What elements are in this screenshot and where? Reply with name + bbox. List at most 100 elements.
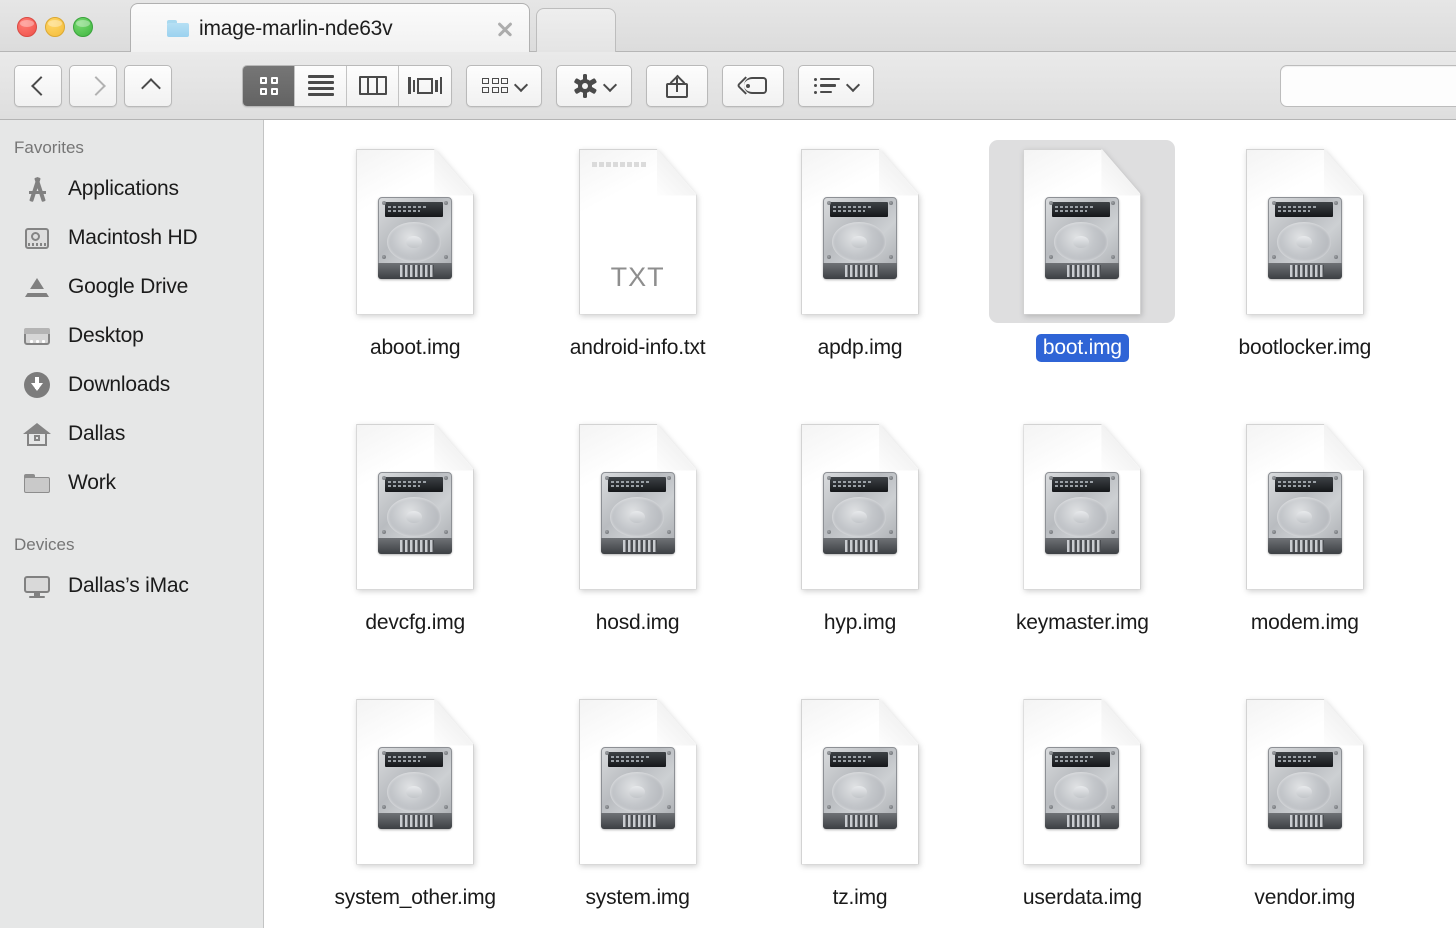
file-icon-wrap <box>322 415 508 598</box>
finder-window: image-marlin-nde63v Favorites Applicatio… <box>0 0 1456 928</box>
sidebar-item-google-drive[interactable]: Google Drive <box>0 262 263 311</box>
file-name[interactable]: keymaster.img <box>1009 609 1156 637</box>
file-name[interactable]: devcfg.img <box>358 609 472 637</box>
close-icon[interactable] <box>495 19 515 39</box>
sidebar-item-macintosh-hd[interactable]: Macintosh HD <box>0 213 263 262</box>
disk-image-icon <box>356 148 475 315</box>
imac-icon <box>22 571 52 601</box>
tab-title: image-marlin-nde63v <box>199 16 393 40</box>
file-item[interactable]: system.img <box>526 684 748 928</box>
sidebar-item-desktop[interactable]: Desktop <box>0 311 263 360</box>
downloads-icon <box>22 370 52 400</box>
file-icon-wrap <box>989 415 1175 598</box>
file-item[interactable]: hyp.img <box>749 409 971 684</box>
file-name[interactable]: hyp.img <box>817 609 903 637</box>
search-input[interactable] <box>1280 65 1456 107</box>
file-name[interactable]: modem.img <box>1244 609 1366 637</box>
tab-new-placeholder[interactable] <box>536 8 616 53</box>
file-item[interactable]: userdata.img <box>971 684 1193 928</box>
disk-image-icon <box>1023 698 1142 865</box>
file-name[interactable]: tz.img <box>826 884 895 912</box>
file-icon-wrap: TXT <box>545 140 731 323</box>
file-name[interactable]: bootlocker.img <box>1231 334 1378 362</box>
share-button[interactable] <box>646 64 708 107</box>
file-icon-wrap <box>767 415 953 598</box>
view-mode-list[interactable] <box>295 65 347 106</box>
file-name[interactable]: system_other.img <box>328 884 503 912</box>
zoom-window-button[interactable] <box>73 17 93 37</box>
arrange-icon <box>482 78 508 93</box>
minimize-window-button[interactable] <box>45 17 65 37</box>
sidebar-item-label: Desktop <box>68 323 144 347</box>
list-icon <box>307 75 334 96</box>
view-mode-segmented-control <box>242 64 452 107</box>
list-actions-button[interactable] <box>798 64 874 107</box>
sidebar-item-dallass-imac[interactable]: Dallas’s iMac <box>0 561 263 610</box>
file-name[interactable]: boot.img <box>1035 334 1129 362</box>
chevron-right-icon <box>86 78 101 93</box>
file-item[interactable]: apdp.img <box>749 134 971 409</box>
file-item[interactable]: tz.img <box>749 684 971 928</box>
google-drive-icon <box>22 272 52 302</box>
harddisk-icon <box>22 223 52 253</box>
file-item[interactable]: TXT android-info.txt <box>526 134 748 409</box>
sidebar-item-applications[interactable]: Applications <box>0 164 263 213</box>
action-menu-button[interactable] <box>556 64 632 107</box>
arrange-button[interactable] <box>466 64 542 107</box>
file-browser-content[interactable]: aboot.img TXT android-info.txt apdp.img … <box>264 120 1456 928</box>
disk-image-icon <box>800 148 919 315</box>
view-mode-column[interactable] <box>347 65 399 106</box>
file-name[interactable]: userdata.img <box>1016 884 1149 912</box>
forward-button[interactable] <box>69 64 117 107</box>
disk-image-icon <box>578 423 697 590</box>
gear-icon <box>573 73 597 98</box>
file-item[interactable]: modem.img <box>1194 409 1416 684</box>
home-icon <box>22 419 52 449</box>
disk-image-icon <box>800 423 919 590</box>
view-mode-icon[interactable] <box>243 65 295 106</box>
file-item[interactable]: hosd.img <box>526 409 748 684</box>
file-item[interactable]: devcfg.img <box>304 409 526 684</box>
file-item[interactable]: bootlocker.img <box>1194 134 1416 409</box>
coverflow-icon <box>408 77 442 94</box>
sidebar-item-downloads[interactable]: Downloads <box>0 360 263 409</box>
file-item[interactable]: keymaster.img <box>971 409 1193 684</box>
file-icon-wrap <box>322 140 508 323</box>
tab-active[interactable]: image-marlin-nde63v <box>130 3 530 53</box>
file-icon-wrap <box>322 690 508 873</box>
file-item-selected[interactable]: boot.img <box>971 134 1193 409</box>
file-name[interactable]: vendor.img <box>1247 884 1362 912</box>
sidebar-item-work[interactable]: Work <box>0 458 263 507</box>
back-button[interactable] <box>14 64 62 107</box>
tag-icon <box>736 76 767 95</box>
traffic-lights <box>17 17 93 37</box>
file-item[interactable]: vendor.img <box>1194 684 1416 928</box>
file-name[interactable]: android-info.txt <box>563 334 713 362</box>
sidebar-item-label: Applications <box>68 176 179 200</box>
sidebar-item-label: Downloads <box>68 372 171 396</box>
toolbar <box>0 52 1456 120</box>
file-name[interactable]: apdp.img <box>811 334 910 362</box>
sidebar-section-favorites-header: Favorites <box>14 138 84 157</box>
view-mode-gallery[interactable] <box>399 65 451 106</box>
sidebar-item-label: Google Drive <box>68 274 189 298</box>
file-icon-wrap <box>767 690 953 873</box>
file-icon-wrap <box>1212 415 1398 598</box>
up-button[interactable] <box>124 64 172 107</box>
sidebar-item-label: Work <box>68 470 116 494</box>
file-item[interactable]: aboot.img <box>304 134 526 409</box>
file-name[interactable]: hosd.img <box>589 609 687 637</box>
file-name[interactable]: aboot.img <box>363 334 467 362</box>
file-item[interactable]: system_other.img <box>304 684 526 928</box>
chevron-down-icon <box>515 80 526 91</box>
share-icon <box>666 74 688 98</box>
file-name[interactable]: system.img <box>579 884 697 912</box>
sidebar: Favorites Applications Macintosh HD Goog… <box>0 120 264 928</box>
sidebar-item-dallas[interactable]: Dallas <box>0 409 263 458</box>
columns-icon <box>358 76 387 95</box>
tab-bar: image-marlin-nde63v <box>0 0 1456 53</box>
sidebar-section-devices-header: Devices <box>14 535 75 554</box>
tags-button[interactable] <box>722 64 784 107</box>
close-window-button[interactable] <box>17 17 37 37</box>
